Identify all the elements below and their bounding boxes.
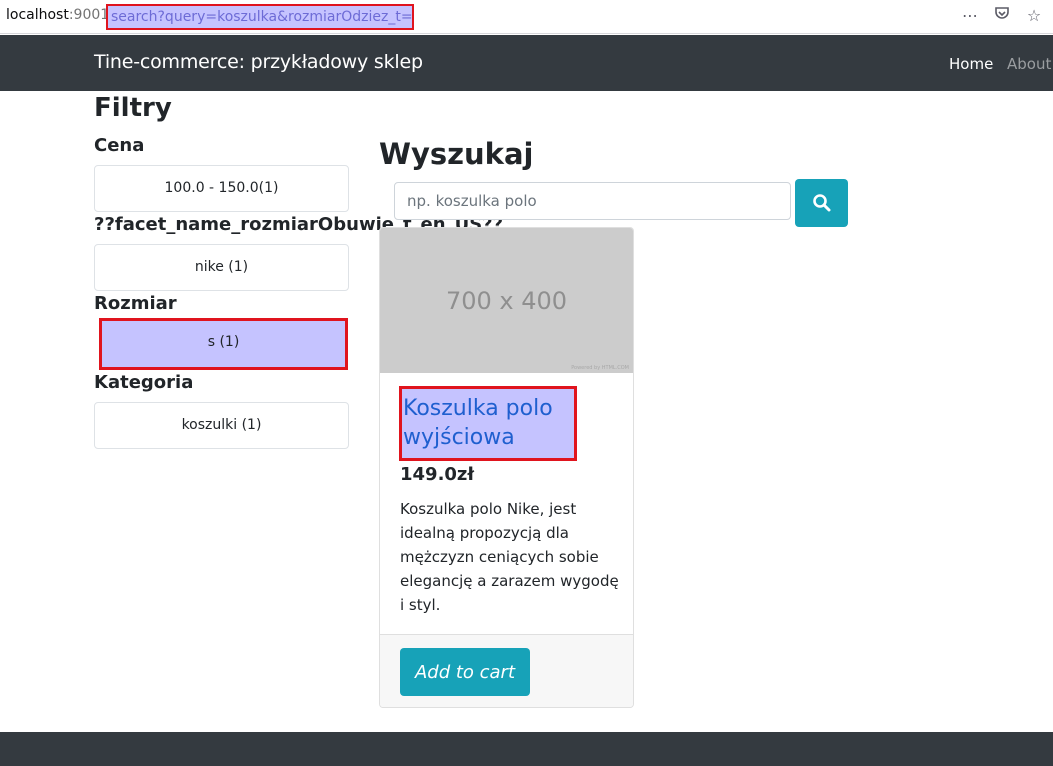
nav-about-link[interactable]: About [1007, 55, 1051, 73]
navbar: Tine-commerce: przykładowy sklep Home Ab… [0, 35, 1053, 91]
browser-actions: ⋯ ☆ [959, 4, 1045, 28]
facet-title-size: Rozmiar [94, 293, 177, 314]
product-card: 700 x 400 Powered by HTML.COM Koszulka p… [379, 227, 634, 708]
product-description: Koszulka polo Nike, jest idealną propozy… [400, 500, 619, 614]
facet-option-brand[interactable]: nike (1) [94, 244, 349, 291]
filters-title: Filtry [94, 93, 172, 123]
more-icon[interactable]: ⋯ [959, 5, 981, 27]
url-path-highlight[interactable]: search?query=koszulka&rozmiarOdziez_t=s [106, 4, 414, 30]
facet-title-price: Cena [94, 135, 145, 156]
product-title-link[interactable]: Koszulka polo wyjściowa [399, 386, 577, 461]
browser-url-bar[interactable]: localhost:9001 search?query=koszulka&roz… [0, 0, 1053, 34]
search-icon [812, 194, 830, 212]
product-price: 149.0zł [400, 464, 475, 485]
product-image-placeholder: 700 x 400 Powered by HTML.COM [380, 228, 633, 373]
search-title: Wyszukaj [379, 137, 534, 171]
facet-title-category: Kategoria [94, 372, 194, 393]
card-footer: Add to cart [380, 634, 633, 707]
image-placeholder-text: 700 x 400 [445, 287, 568, 315]
facet-option-size[interactable]: s (1) [99, 318, 348, 370]
url-host: localhost:9001 [6, 7, 110, 23]
facet-option-price[interactable]: 100.0 - 150.0(1) [94, 165, 349, 212]
star-icon[interactable]: ☆ [1023, 5, 1045, 27]
search-button[interactable] [795, 179, 848, 227]
page-footer [0, 732, 1053, 766]
brand-link[interactable]: Tine-commerce: przykładowy sklep [94, 51, 423, 73]
add-to-cart-button[interactable]: Add to cart [400, 648, 530, 696]
search-input[interactable] [394, 182, 791, 220]
pocket-icon[interactable] [991, 5, 1013, 27]
nav-home-link[interactable]: Home [949, 55, 993, 73]
image-placeholder-caption: Powered by HTML.COM [571, 365, 629, 371]
facet-option-category[interactable]: koszulki (1) [94, 402, 349, 449]
